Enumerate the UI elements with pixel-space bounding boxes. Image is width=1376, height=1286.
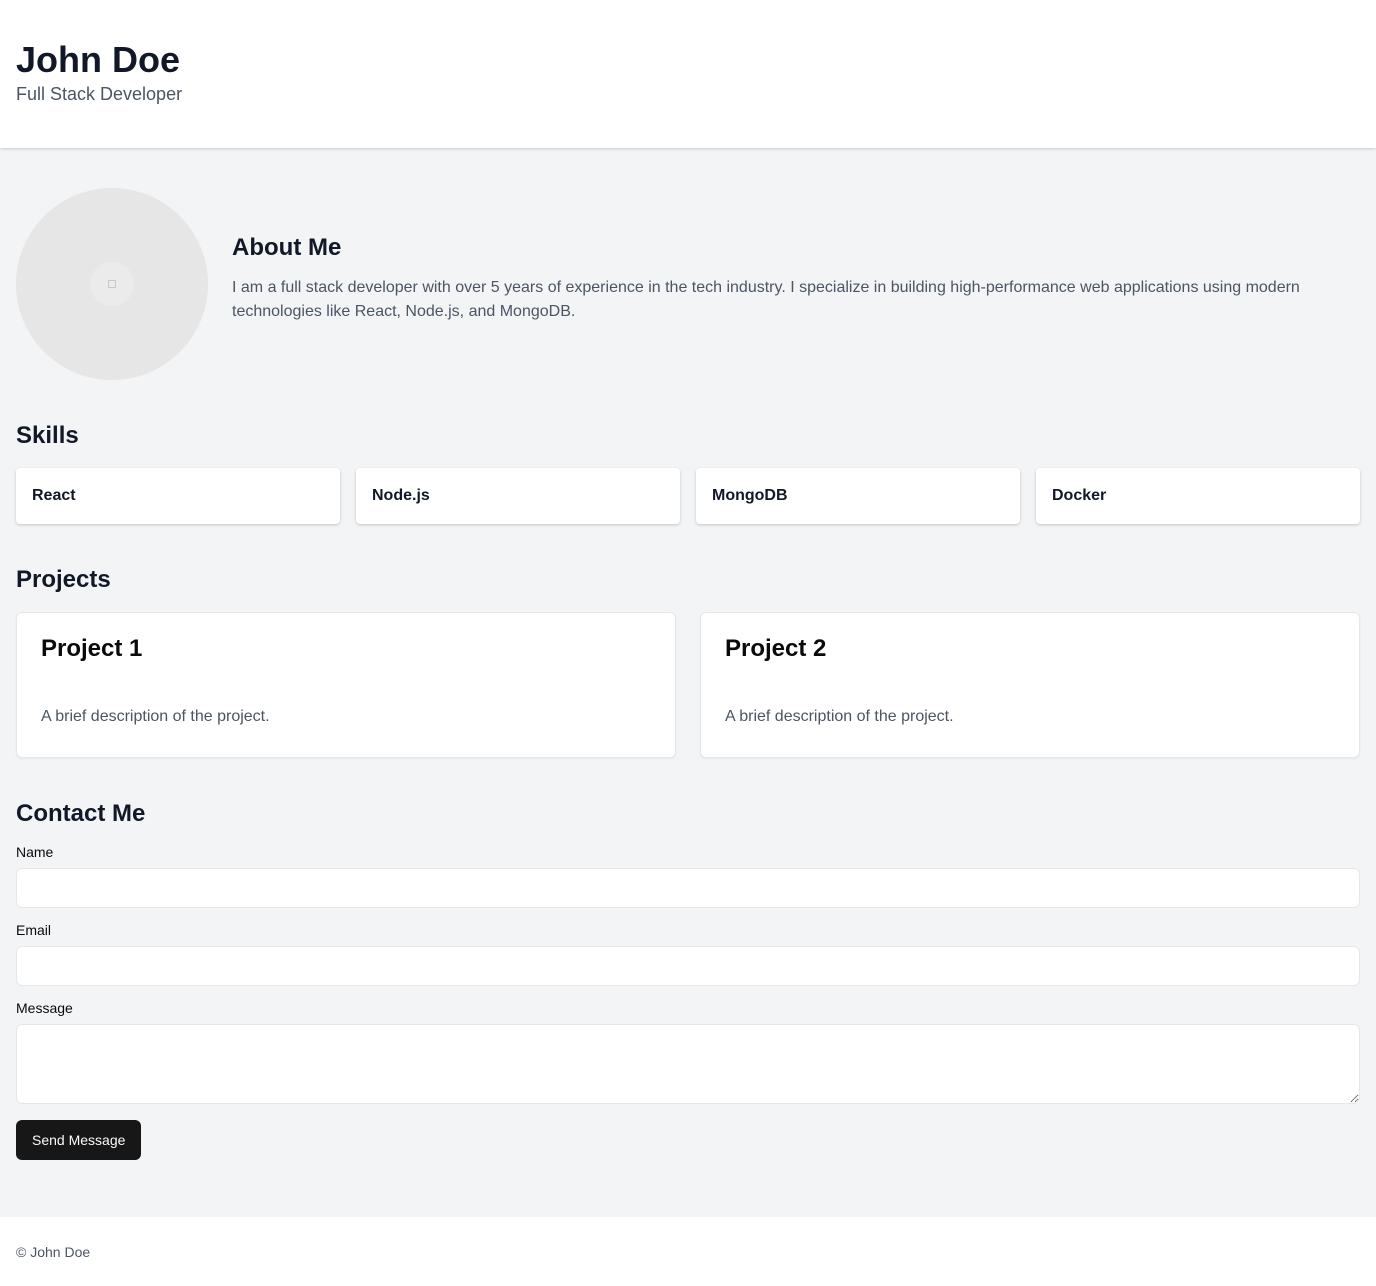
about-body: I am a full stack developer with over 5 … — [232, 279, 1300, 320]
message-label: Message — [16, 1000, 73, 1016]
name-field[interactable] — [16, 868, 1360, 908]
skill-card-docker: Docker — [1036, 468, 1360, 524]
message-field[interactable] — [16, 1024, 1360, 1104]
site-subtitle: Full Stack Developer — [16, 84, 183, 104]
projects-heading: Projects — [16, 566, 111, 593]
contact-form: Name Email Message Send Message — [16, 842, 1360, 1160]
about-heading: About Me — [232, 234, 342, 261]
project-description: A brief description of the project. — [41, 708, 270, 725]
project-title: Project 1 — [41, 635, 143, 662]
about-section: About Me I am a full stack developer wit… — [16, 188, 1360, 380]
site-footer: © John Doe — [0, 1217, 1376, 1286]
project-card-1: Project 1 A brief description of the pro… — [16, 612, 676, 758]
name-label: Name — [16, 844, 54, 860]
skill-card-react: React — [16, 468, 340, 524]
footer-copyright: © John Doe — [16, 1244, 91, 1260]
project-description: A brief description of the project. — [725, 708, 954, 725]
skills-grid: React Node.js MongoDB Docker — [16, 468, 1360, 524]
skill-card-mongodb: MongoDB — [696, 468, 1020, 524]
about-text: About Me I am a full stack developer wit… — [232, 232, 1360, 324]
send-message-button[interactable]: Send Message — [16, 1120, 142, 1160]
main-content: About Me I am a full stack developer wit… — [0, 148, 1376, 1160]
projects-grid: Project 1 A brief description of the pro… — [16, 612, 1360, 758]
contact-heading: Contact Me — [16, 800, 146, 827]
skills-heading: Skills — [16, 422, 79, 449]
image-placeholder-icon — [90, 262, 134, 306]
email-label: Email — [16, 922, 52, 938]
site-title: John Doe — [16, 39, 181, 80]
image-glyph-icon — [108, 280, 116, 288]
site-header: John Doe Full Stack Developer — [0, 0, 1376, 148]
avatar — [16, 188, 208, 380]
project-title: Project 2 — [725, 635, 827, 662]
email-field[interactable] — [16, 946, 1360, 986]
project-card-2: Project 2 A brief description of the pro… — [700, 612, 1360, 758]
skill-card-nodejs: Node.js — [356, 468, 680, 524]
